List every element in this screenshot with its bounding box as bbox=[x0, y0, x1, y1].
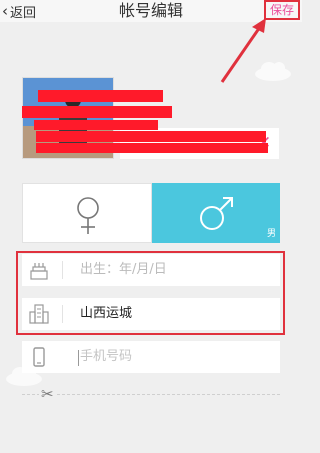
scissors-icon: ✂ bbox=[39, 385, 56, 403]
gender-male-option[interactable]: 男 bbox=[152, 183, 280, 243]
cloud-decoration bbox=[255, 62, 291, 81]
cut-line bbox=[22, 394, 280, 395]
redaction-mark bbox=[34, 120, 158, 130]
redaction-mark bbox=[22, 106, 172, 118]
male-icon bbox=[200, 197, 233, 230]
text-cursor bbox=[78, 350, 79, 366]
redaction-mark bbox=[38, 90, 163, 102]
phone-icon bbox=[33, 347, 45, 367]
gender-female-option[interactable] bbox=[22, 183, 152, 243]
male-tag: 男 bbox=[266, 229, 276, 239]
phone-placeholder: 手机号码 bbox=[80, 349, 133, 364]
annotation-box bbox=[16, 251, 285, 335]
redaction-mark bbox=[36, 131, 266, 142]
female-icon bbox=[77, 197, 99, 234]
phone-field[interactable]: 手机号码 bbox=[22, 341, 280, 373]
redaction-mark bbox=[36, 143, 268, 153]
